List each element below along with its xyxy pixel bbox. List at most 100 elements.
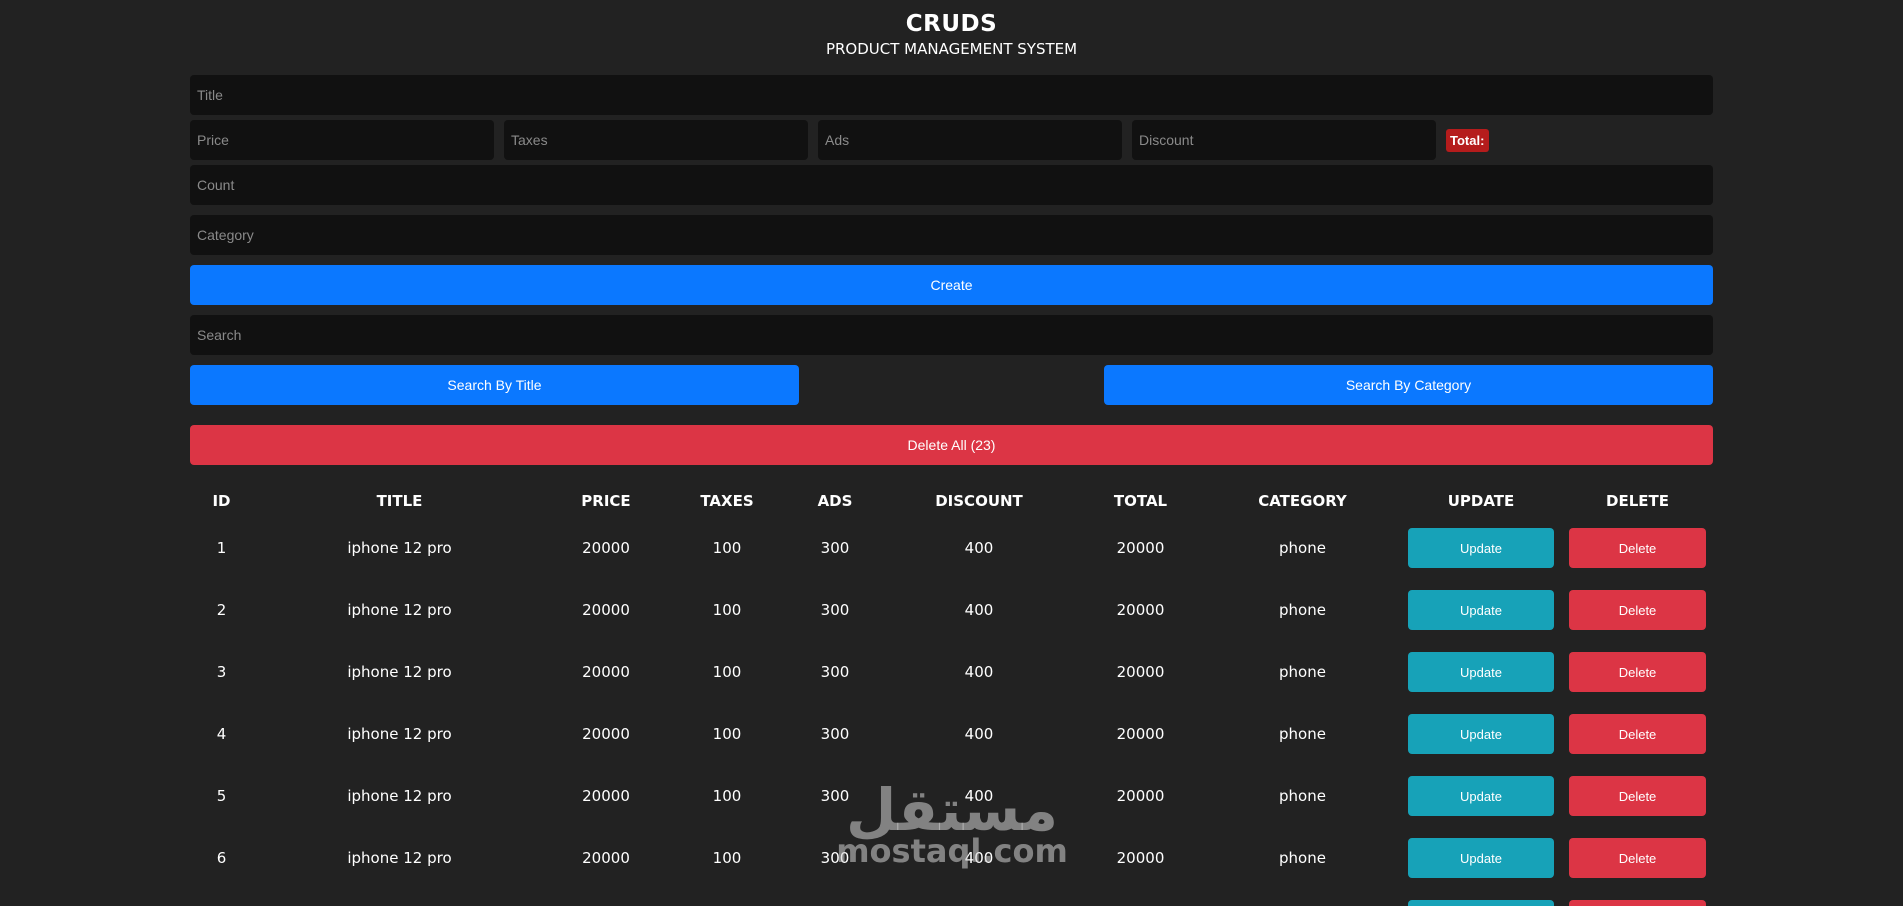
table-row: 5 iphone 12 pro 20000 100 300 400 20000 … bbox=[190, 765, 1713, 827]
price-input[interactable] bbox=[190, 120, 494, 160]
update-button[interactable]: Update bbox=[1408, 590, 1554, 630]
cell-ads: 300 bbox=[820, 849, 850, 867]
cell-ads: 300 bbox=[820, 725, 850, 743]
cell-delete: Delete bbox=[1562, 517, 1713, 579]
cell-delete: Delete bbox=[1562, 765, 1713, 827]
cell-taxes bbox=[666, 889, 788, 906]
update-button[interactable]: Update bbox=[1408, 900, 1554, 906]
cell-title: iphone 12 pro bbox=[347, 539, 452, 557]
title-input[interactable] bbox=[190, 75, 1713, 115]
delete-all-button[interactable]: Delete All (23) bbox=[190, 425, 1713, 465]
cell-id: 1 bbox=[216, 539, 227, 557]
header-update: UPDATE bbox=[1447, 492, 1515, 510]
delete-button[interactable]: Delete bbox=[1569, 900, 1706, 906]
total-badge: Total: bbox=[1446, 128, 1490, 152]
delete-button[interactable]: Delete bbox=[1569, 776, 1706, 816]
cell-title bbox=[253, 889, 546, 906]
cell-discount: 400 bbox=[964, 539, 994, 557]
cell-taxes: 100 bbox=[712, 849, 742, 867]
delete-button[interactable]: Delete bbox=[1569, 838, 1706, 878]
cell-update: Update bbox=[1400, 641, 1562, 703]
taxes-input[interactable] bbox=[504, 120, 808, 160]
header-id: ID bbox=[212, 492, 231, 510]
page-subtitle: PRODUCT MANAGEMENT SYSTEM bbox=[825, 40, 1078, 58]
table-row: 1 iphone 12 pro 20000 100 300 400 20000 … bbox=[190, 517, 1713, 579]
search-buttons: Search By Title Search By Category bbox=[190, 365, 1713, 405]
cell-ads bbox=[788, 889, 882, 906]
search-section: Search By Title Search By Category bbox=[190, 315, 1713, 405]
cell-id: 3 bbox=[216, 663, 227, 681]
cell-price: 20000 bbox=[582, 663, 630, 681]
cell-total: 20000 bbox=[1116, 725, 1165, 743]
cell-taxes: 100 bbox=[712, 725, 742, 743]
cell-category: phone bbox=[1279, 725, 1326, 743]
cell-id: 6 bbox=[216, 849, 227, 867]
cell-id bbox=[190, 889, 253, 906]
cell-discount: 400 bbox=[964, 663, 994, 681]
cell-total: 20000 bbox=[1116, 663, 1165, 681]
header-total: TOTAL bbox=[1113, 492, 1168, 510]
header-price: PRICE bbox=[581, 492, 631, 510]
table-row: 2 iphone 12 pro 20000 100 300 400 20000 … bbox=[190, 579, 1713, 641]
cell-taxes: 100 bbox=[712, 787, 742, 805]
cell-discount: 400 bbox=[964, 849, 994, 867]
cell-taxes: 100 bbox=[712, 601, 742, 619]
count-input[interactable] bbox=[190, 165, 1713, 205]
cell-id: 2 bbox=[216, 601, 227, 619]
products-table: ID TITLE PRICE TAXES ADS DISCOUNT TOTAL … bbox=[190, 485, 1713, 906]
category-input[interactable] bbox=[190, 215, 1713, 255]
search-by-title-button[interactable]: Search By Title bbox=[190, 365, 799, 405]
discount-input[interactable] bbox=[1132, 120, 1436, 160]
cell-category bbox=[1205, 889, 1400, 906]
delete-button[interactable]: Delete bbox=[1569, 590, 1706, 630]
cell-delete: Delete bbox=[1562, 827, 1713, 889]
page-title: CRUDS bbox=[905, 11, 998, 37]
ads-input[interactable] bbox=[818, 120, 1122, 160]
cell-update: Update bbox=[1400, 889, 1562, 906]
cell-title: iphone 12 pro bbox=[347, 663, 452, 681]
cell-update: Update bbox=[1400, 765, 1562, 827]
cell-category: phone bbox=[1279, 787, 1326, 805]
cell-category: phone bbox=[1279, 601, 1326, 619]
cell-discount: 400 bbox=[964, 725, 994, 743]
update-button[interactable]: Update bbox=[1408, 776, 1554, 816]
cell-ads: 300 bbox=[820, 663, 850, 681]
cell-total: 20000 bbox=[1116, 601, 1165, 619]
cell-price: 20000 bbox=[582, 539, 630, 557]
cell-total: 20000 bbox=[1116, 539, 1165, 557]
cell-ads: 300 bbox=[820, 787, 850, 805]
cell-taxes: 100 bbox=[712, 539, 742, 557]
update-button[interactable]: Update bbox=[1408, 714, 1554, 754]
product-form: Total: Create bbox=[190, 75, 1713, 305]
cell-discount: 400 bbox=[964, 601, 994, 619]
cell-id: 4 bbox=[216, 725, 227, 743]
search-by-category-button[interactable]: Search By Category bbox=[1104, 365, 1713, 405]
table-row: 3 iphone 12 pro 20000 100 300 400 20000 … bbox=[190, 641, 1713, 703]
table-row: 4 iphone 12 pro 20000 100 300 400 20000 … bbox=[190, 703, 1713, 765]
update-button[interactable]: Update bbox=[1408, 528, 1554, 568]
cell-category: phone bbox=[1279, 663, 1326, 681]
cell-category: phone bbox=[1279, 849, 1326, 867]
cell-total: 20000 bbox=[1116, 787, 1165, 805]
cell-total: 20000 bbox=[1116, 849, 1165, 867]
header-title: TITLE bbox=[376, 492, 423, 510]
price-row: Total: bbox=[190, 120, 1713, 160]
cell-delete: Delete bbox=[1562, 703, 1713, 765]
cell-price: 20000 bbox=[582, 849, 630, 867]
update-button[interactable]: Update bbox=[1408, 652, 1554, 692]
update-button[interactable]: Update bbox=[1408, 838, 1554, 878]
header-category: CATEGORY bbox=[1258, 492, 1347, 510]
cell-price bbox=[546, 889, 666, 906]
delete-button[interactable]: Delete bbox=[1569, 528, 1706, 568]
cell-title: iphone 12 pro bbox=[347, 849, 452, 867]
delete-button[interactable]: Delete bbox=[1569, 652, 1706, 692]
delete-button[interactable]: Delete bbox=[1569, 714, 1706, 754]
search-input[interactable] bbox=[190, 315, 1713, 355]
cell-title: iphone 12 pro bbox=[347, 787, 452, 805]
cell-category: phone bbox=[1279, 539, 1326, 557]
cell-update: Update bbox=[1400, 703, 1562, 765]
cell-title: iphone 12 pro bbox=[347, 725, 452, 743]
create-button[interactable]: Create bbox=[190, 265, 1713, 305]
header-ads: ADS bbox=[817, 492, 853, 510]
cell-price: 20000 bbox=[582, 725, 630, 743]
